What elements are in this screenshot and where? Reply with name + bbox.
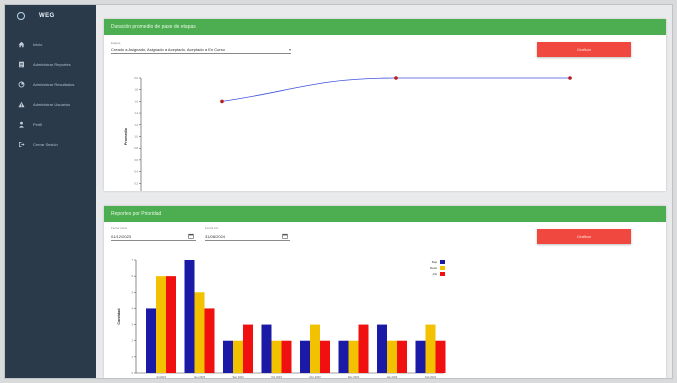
legend-label: Media (430, 266, 438, 270)
bar (261, 324, 272, 373)
brand[interactable]: WEG (5, 5, 96, 27)
bar (377, 324, 387, 373)
sidebar-item-perfil[interactable]: Perfil (5, 114, 96, 134)
legend-swatch (440, 272, 445, 276)
bar (415, 340, 426, 373)
logo-icon (17, 12, 25, 20)
priority-panel: Reportes por Prioridad Fecha Inicio 01/1… (104, 206, 666, 378)
bar (243, 324, 253, 373)
app-window: WEG Inicio Administrar Reportes Administ… (4, 4, 673, 379)
sidebar-item-label: Administrar Usuarios (33, 101, 71, 107)
sidebar-item-cerrar-sesion[interactable]: Cerrar Sesión (5, 134, 96, 154)
y-tick-label: 5 (132, 290, 134, 294)
x-tick-label: Oct 2023 (271, 375, 282, 378)
y-tick-label: 1.0 (134, 135, 138, 139)
sidebar-item-reportes[interactable]: Administrar Reportes (5, 54, 96, 74)
panel-title: Duración promedio de pase de etapas (104, 19, 666, 35)
bar (387, 340, 397, 373)
sidebar-item-label: Perfil (33, 121, 43, 127)
bar (281, 340, 292, 373)
y-tick-label: 2.0 (134, 76, 138, 80)
line-chart: 0.00.20.40.60.81.01.21.41.61.82.0Creado … (124, 76, 572, 191)
y-tick-label: 7 (132, 258, 134, 262)
bar (184, 260, 195, 373)
bar (146, 308, 156, 373)
bar (358, 324, 369, 373)
sidebar-nav: Inicio Administrar Reportes Administrar … (5, 34, 96, 154)
sidebar-item-label: Administrar Reportes (33, 61, 71, 67)
bar (204, 308, 215, 373)
sidebar-item-label: Cerrar Sesión (33, 141, 58, 147)
logout-icon (18, 141, 25, 148)
y-tick-label: 4 (132, 306, 134, 310)
y-tick-label: 0.2 (134, 181, 138, 185)
y-axis-label: Promedio (124, 127, 128, 145)
y-axis-label: Cantidad (117, 308, 121, 325)
bar (425, 324, 436, 373)
y-tick-label: 2 (132, 339, 134, 343)
data-point (220, 99, 224, 104)
users-icon (18, 101, 25, 108)
data-point (394, 76, 398, 80)
legend-label: Alta (433, 272, 438, 276)
sidebar-item-label: Inicio (33, 41, 43, 47)
x-tick-label: Jan 2024 (387, 375, 398, 378)
bar (397, 340, 407, 373)
series-line (221, 77, 570, 102)
results-icon (18, 81, 25, 88)
report-icon (18, 61, 25, 68)
y-tick-label: 1 (132, 355, 134, 359)
x-tick-label: Jul 2023 (156, 375, 166, 378)
legend-swatch (440, 260, 445, 264)
bar-chart: 0 1 2 3 4 5 6 7 Jul 2023 Aug 2023 Sep 2023 Oct 2023… (117, 258, 446, 378)
bar (271, 340, 282, 373)
y-tick-label: 0 (132, 371, 134, 375)
bar (338, 340, 349, 373)
y-tick-label: 3 (132, 323, 134, 327)
profile-icon (18, 121, 25, 128)
x-tick-label: Aug 2023 (194, 375, 206, 378)
x-tick-label: Feb 2024 (425, 375, 437, 378)
y-tick-label: 1.6 (134, 99, 138, 103)
x-tick-label: Sep 2023 (232, 375, 244, 378)
sidebar-item-resultados[interactable]: Administrar Resultados (5, 74, 96, 94)
panel-title: Reportes por Prioridad (104, 206, 666, 222)
y-tick-label: 1.8 (134, 88, 138, 92)
x-tick-label: Dec 2023 (348, 375, 360, 378)
home-icon (18, 41, 25, 48)
sidebar: WEG Inicio Administrar Reportes Administ… (5, 5, 96, 378)
y-tick-label: 0.4 (134, 170, 138, 174)
bar (435, 340, 446, 373)
bar (194, 292, 205, 373)
y-tick-label: 6 (132, 274, 134, 278)
sidebar-item-label: Administrar Resultados (33, 81, 75, 87)
bar (320, 340, 330, 373)
y-tick-label: 1.4 (134, 111, 138, 115)
stage-duration-panel: Duración promedio de pase de etapas Etap… (104, 19, 666, 191)
legend-swatch (440, 266, 445, 270)
bar (233, 340, 243, 373)
data-point (568, 76, 572, 80)
bar (166, 276, 176, 373)
brand-name: WEG (39, 13, 55, 19)
bar (300, 340, 310, 373)
y-tick-label: 0.6 (134, 158, 138, 162)
bar (310, 324, 320, 373)
sidebar-item-usuarios[interactable]: Administrar Usuarios (5, 94, 96, 114)
sidebar-item-inicio[interactable]: Inicio (5, 34, 96, 54)
legend-label: Baja (432, 260, 438, 264)
x-tick-label: Nov 2023 (309, 375, 321, 378)
y-tick-label: 1.2 (134, 123, 138, 127)
y-tick-label: 0.8 (134, 146, 138, 150)
bar (348, 340, 359, 373)
bar (223, 340, 233, 373)
bar (156, 276, 166, 373)
